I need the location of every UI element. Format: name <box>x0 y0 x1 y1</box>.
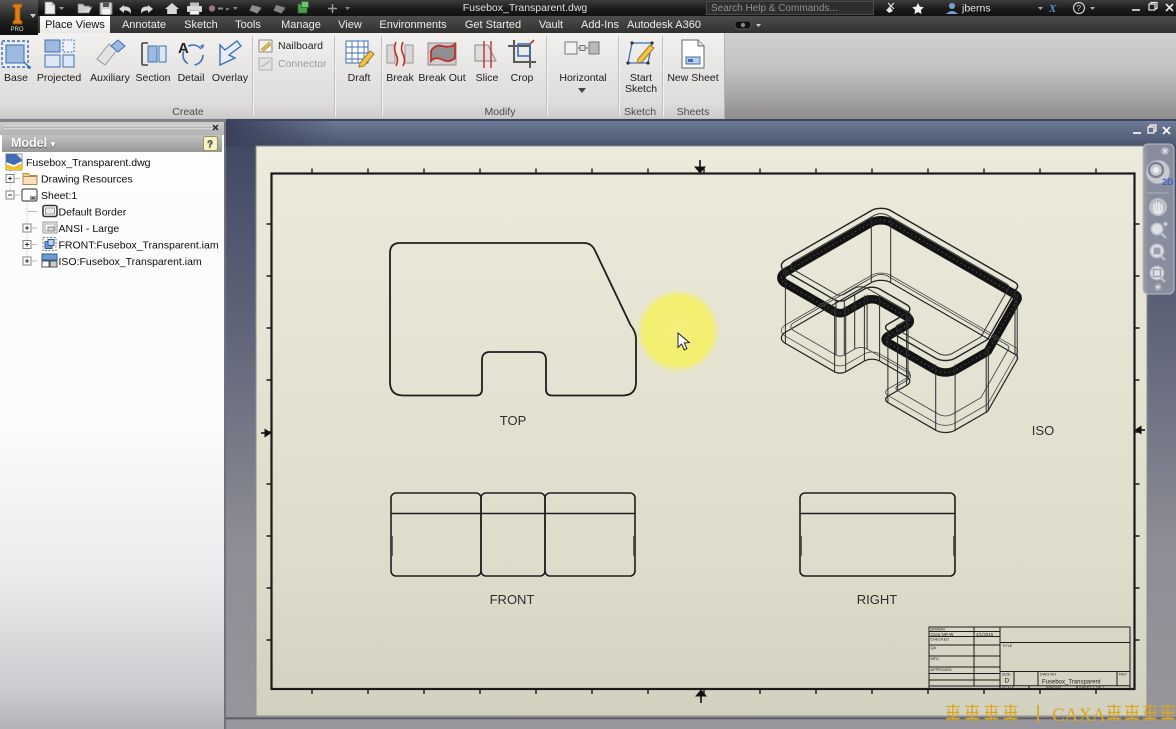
svg-text:DWG NO: DWG NO <box>1040 672 1056 676</box>
svg-text:Default Border: Default Border <box>59 207 127 219</box>
svg-text:D: D <box>1005 678 1010 685</box>
svg-text:CHECKED: CHECKED <box>931 637 950 641</box>
svg-text:jberns: jberns <box>961 3 991 15</box>
svg-text:Drawing Resources: Drawing Resources <box>41 174 133 186</box>
svg-text:RIGHT: RIGHT <box>857 592 898 607</box>
svg-text:SCALE: SCALE <box>1002 686 1015 690</box>
svg-text:Fusebox_Transparent: Fusebox_Transparent <box>1042 680 1101 686</box>
svg-text:ISO:Fusebox_Transparent.iam: ISO:Fusebox_Transparent.iam <box>59 256 202 268</box>
svg-text:FRONT:Fusebox_Transparent.iam: FRONT:Fusebox_Transparent.iam <box>59 240 219 252</box>
svg-text:SIZE: SIZE <box>1002 672 1011 676</box>
svg-text:TOP: TOP <box>500 413 527 428</box>
svg-text:?: ? <box>1077 4 1082 13</box>
svg-text:Greg NR-W: Greg NR-W <box>931 632 955 637</box>
svg-text:MFG: MFG <box>931 657 939 661</box>
svg-text:ISO: ISO <box>1032 423 1054 438</box>
svg-text:CAXA: CAXA <box>1052 705 1106 726</box>
svg-text:ANSI - Large: ANSI - Large <box>59 223 120 235</box>
svg-text:REV: REV <box>1119 672 1127 676</box>
svg-text:APPROVED: APPROVED <box>931 668 952 672</box>
svg-text:TITLE: TITLE <box>1002 644 1013 648</box>
svg-text:Fusebox_Transparent.dwg: Fusebox_Transparent.dwg <box>26 157 151 169</box>
svg-text:SHEET 1 OF 1: SHEET 1 OF 1 <box>1079 686 1104 690</box>
svg-text:Sheet:1: Sheet:1 <box>41 190 77 202</box>
svg-text:4/1/2015: 4/1/2015 <box>976 632 994 637</box>
svg-text:QA: QA <box>931 646 937 650</box>
svg-text:WEIGHT: WEIGHT <box>1046 686 1062 690</box>
svg-text:PRO: PRO <box>10 27 23 33</box>
svg-text:2D: 2D <box>1162 177 1174 187</box>
svg-text:FRONT: FRONT <box>490 592 535 607</box>
svg-text:X: X <box>1048 3 1057 15</box>
